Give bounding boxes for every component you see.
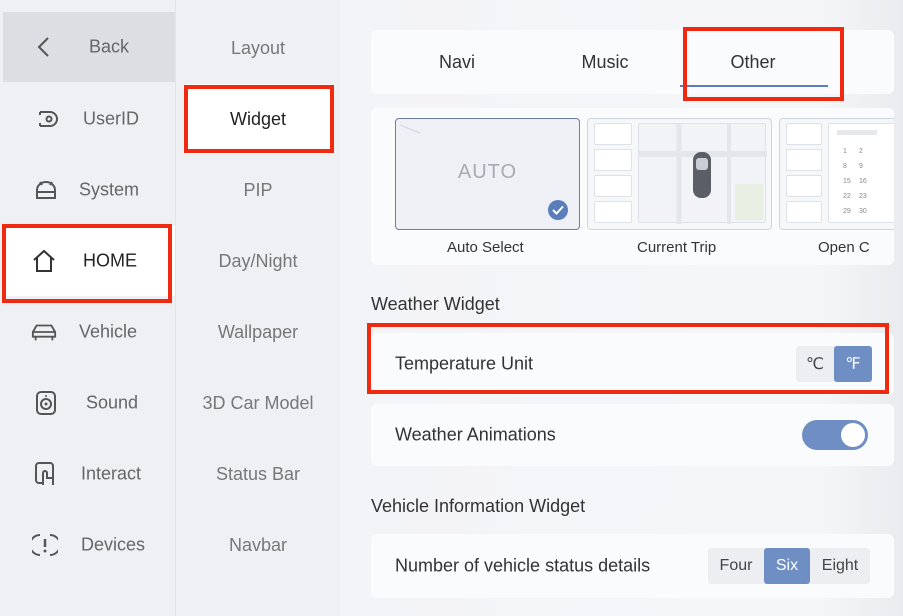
android-icon [33, 177, 59, 203]
subnav-item-wallpaper[interactable]: Wallpaper [176, 297, 340, 367]
nav-label: System [79, 179, 140, 200]
calendar-day: 23 [859, 193, 867, 200]
sub-nav: Layout Widget PIP Day/Night Wallpaper 3D… [176, 0, 340, 616]
calendar-day: 8 [843, 163, 847, 170]
chevron-left-icon [31, 34, 57, 60]
main-nav: Back UserID System HOME Vehicle Sound In… [0, 0, 176, 616]
weather-animations-label: Weather Animations [395, 424, 556, 445]
nav-item-sound[interactable]: Sound [3, 368, 175, 438]
nav-item-vehicle[interactable]: Vehicle [3, 297, 175, 367]
widget-selector: AUTO Auto Select Current Trip 1 8 15 22 … [371, 108, 894, 265]
mini-tile [786, 149, 822, 171]
option-six[interactable]: Six [764, 548, 810, 584]
nav-label: UserID [83, 108, 140, 129]
nav-item-userid[interactable]: UserID [3, 84, 175, 154]
subnav-item-status-bar[interactable]: Status Bar [176, 439, 340, 509]
temperature-unit-row: Temperature Unit ℃ ℉ [371, 333, 894, 395]
auto-label: AUTO [457, 161, 518, 183]
devices-icon [32, 532, 58, 558]
calendar-day: 1 [843, 148, 847, 155]
calendar-col-2: 2 9 16 23 30 [859, 144, 867, 219]
subnav-item-3d-car-model[interactable]: 3D Car Model [176, 368, 340, 438]
widget-auto-select[interactable]: AUTO [395, 118, 580, 230]
calendar-day: 15 [843, 178, 851, 185]
nav-label: Sound [86, 392, 139, 413]
calendar-header [837, 130, 877, 135]
calendar-preview: 1 8 15 22 29 2 9 16 23 30 [828, 123, 894, 223]
widget-caption: Auto Select [447, 239, 524, 256]
weather-animations-switch[interactable] [802, 420, 868, 450]
nav-item-interact[interactable]: Interact [3, 439, 175, 509]
content-panel: Navi Music Other AUTO Auto Select Curren… [340, 0, 903, 616]
back-label: Back [89, 36, 130, 57]
subnav-item-layout[interactable]: Layout [176, 13, 340, 83]
corner-accent-icon [399, 124, 421, 134]
car-icon [31, 319, 57, 345]
tab-underline [680, 85, 828, 87]
tab-music[interactable]: Music [555, 30, 655, 94]
weather-section-title: Weather Widget [371, 294, 500, 314]
subnav-item-pip[interactable]: PIP [176, 155, 340, 225]
vehicle-details-label: Number of vehicle status details [395, 555, 651, 576]
mini-tile [594, 201, 632, 223]
fahrenheit-option[interactable]: ℉ [834, 346, 872, 382]
vehicle-section-title: Vehicle Information Widget [371, 496, 586, 516]
user-id-icon [33, 106, 59, 132]
nav-label: Vehicle [79, 321, 138, 342]
check-icon [548, 200, 568, 220]
calendar-col-1: 1 8 15 22 29 [843, 144, 851, 219]
subnav-item-day-night[interactable]: Day/Night [176, 226, 340, 296]
home-icon [31, 248, 57, 274]
nav-item-devices[interactable]: Devices [3, 510, 175, 580]
temperature-unit-label: Temperature Unit [395, 353, 534, 374]
speaker-icon [33, 390, 59, 416]
widget-tabs: Navi Music Other [371, 30, 894, 94]
mini-tile [594, 149, 632, 171]
calendar-day: 16 [859, 178, 867, 185]
weather-animations-row: Weather Animations [371, 404, 894, 466]
back-button[interactable]: Back [3, 12, 175, 82]
map-icon [639, 124, 767, 224]
nav-item-system[interactable]: System [3, 155, 175, 225]
option-four[interactable]: Four [708, 548, 764, 584]
mini-tile [786, 123, 822, 145]
calendar-day: 22 [843, 193, 851, 200]
calendar-day: 29 [843, 208, 851, 215]
nav-label: Devices [81, 534, 146, 555]
vehicle-details-selector: Four Six Eight [708, 548, 870, 584]
touch-icon [33, 461, 59, 487]
vehicle-details-row: Number of vehicle status details Four Si… [371, 534, 894, 598]
nav-label: Interact [81, 463, 142, 484]
mini-tile [786, 201, 822, 223]
temperature-unit-toggle: ℃ ℉ [796, 346, 872, 382]
calendar-day: 2 [859, 148, 863, 155]
widget-caption: Open C [818, 239, 870, 256]
widget-open-calendar[interactable]: 1 8 15 22 29 2 9 16 23 30 [779, 118, 894, 230]
option-eight[interactable]: Eight [810, 548, 870, 584]
calendar-day: 30 [859, 208, 867, 215]
mini-tile [594, 123, 632, 145]
tab-navi[interactable]: Navi [407, 30, 507, 94]
celsius-option[interactable]: ℃ [796, 346, 834, 382]
mini-tile [594, 175, 632, 197]
widget-current-trip[interactable] [587, 118, 772, 230]
map-preview [638, 123, 767, 224]
subnav-item-widget[interactable]: Widget [186, 84, 330, 154]
calendar-day: 9 [859, 163, 863, 170]
nav-label: HOME [83, 250, 137, 271]
nav-item-home[interactable]: HOME [3, 226, 175, 296]
mini-tile [786, 175, 822, 197]
widget-caption: Current Trip [637, 239, 717, 256]
switch-knob [841, 423, 865, 447]
subnav-item-navbar[interactable]: Navbar [176, 510, 340, 580]
